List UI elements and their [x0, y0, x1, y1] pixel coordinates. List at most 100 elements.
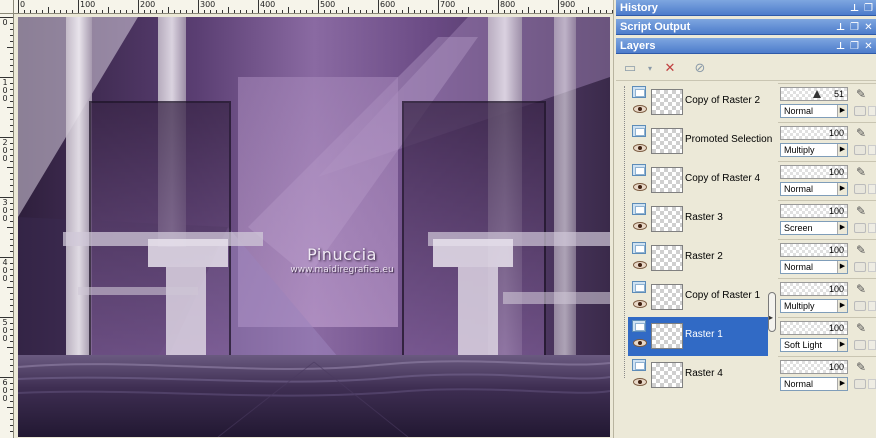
- float-window-icon[interactable]: ❐: [849, 41, 860, 52]
- layer-row[interactable]: Raster 2: [628, 239, 768, 278]
- pin-icon[interactable]: ⊥: [849, 3, 860, 14]
- opacity-slider[interactable]: 51: [780, 87, 848, 101]
- link-icon[interactable]: [868, 301, 876, 311]
- layer-name[interactable]: Promoted Selection: [683, 132, 774, 148]
- float-window-icon[interactable]: ❐: [849, 22, 860, 33]
- ruler-tick: [10, 83, 13, 84]
- pin-icon[interactable]: ⊥: [835, 41, 846, 52]
- eye-icon[interactable]: [633, 144, 647, 152]
- image-canvas[interactable]: Pinuccia www.maidiregrafica.eu: [18, 17, 610, 437]
- layer-row[interactable]: Promoted Selection: [628, 122, 772, 161]
- layer-type-icon[interactable]: [632, 359, 646, 371]
- opacity-slider[interactable]: 100: [780, 165, 848, 179]
- eye-icon[interactable]: [633, 222, 647, 230]
- layer-type-icon[interactable]: [632, 203, 646, 215]
- opacity-slider[interactable]: 100: [780, 204, 848, 218]
- lock-transparency-icon[interactable]: [854, 145, 866, 155]
- link-icon[interactable]: [868, 106, 876, 116]
- chevron-right-icon[interactable]: ▶: [837, 222, 847, 234]
- eye-icon[interactable]: [633, 378, 647, 386]
- brush-icon[interactable]: ✎: [852, 164, 870, 180]
- layer-row[interactable]: Copy of Raster 2: [628, 83, 768, 122]
- blend-mode-select[interactable]: Normal ▶: [780, 182, 848, 196]
- layer-type-icon[interactable]: [632, 320, 646, 332]
- opacity-slider[interactable]: 100: [780, 243, 848, 257]
- chevron-right-icon[interactable]: ▸: [769, 313, 773, 322]
- opacity-marker-icon[interactable]: [813, 90, 821, 98]
- layer-name[interactable]: Copy of Raster 2: [683, 93, 762, 109]
- lock-transparency-icon[interactable]: [854, 340, 866, 350]
- layer-name[interactable]: Raster 3: [683, 210, 725, 226]
- blend-mode-select[interactable]: Normal ▶: [780, 377, 848, 391]
- lock-transparency-icon[interactable]: [854, 184, 866, 194]
- blend-mode-select[interactable]: Screen ▶: [780, 221, 848, 235]
- eye-icon[interactable]: [633, 261, 647, 269]
- splitter-handle[interactable]: [768, 292, 776, 332]
- brush-icon[interactable]: ✎: [852, 320, 870, 336]
- chevron-right-icon[interactable]: ▶: [837, 378, 847, 390]
- edit-selection-icon[interactable]: ⊘: [690, 58, 710, 78]
- lock-transparency-icon[interactable]: [854, 106, 866, 116]
- link-icon[interactable]: [868, 145, 876, 155]
- opacity-slider[interactable]: 100: [780, 126, 848, 140]
- layer-type-icon[interactable]: [632, 86, 646, 98]
- lock-transparency-icon[interactable]: [854, 223, 866, 233]
- lock-transparency-icon[interactable]: [854, 262, 866, 272]
- layer-name[interactable]: Copy of Raster 4: [683, 171, 762, 187]
- chevron-right-icon[interactable]: ▶: [837, 144, 847, 156]
- link-icon[interactable]: [868, 379, 876, 389]
- layer-row[interactable]: Copy of Raster 4: [628, 161, 768, 200]
- link-icon[interactable]: [868, 223, 876, 233]
- close-icon[interactable]: ✕: [863, 41, 874, 52]
- eye-icon[interactable]: [633, 339, 647, 347]
- lock-transparency-icon[interactable]: [854, 379, 866, 389]
- opacity-slider[interactable]: 100: [780, 282, 848, 296]
- eye-icon[interactable]: [633, 183, 647, 191]
- brush-icon[interactable]: ✎: [852, 86, 870, 102]
- brush-icon[interactable]: ✎: [852, 125, 870, 141]
- layer-row[interactable]: Copy of Raster 1: [628, 278, 768, 317]
- layer-type-icon[interactable]: [632, 281, 646, 293]
- delete-layer-icon[interactable]: ✕: [660, 58, 680, 78]
- chevron-right-icon[interactable]: ▶: [837, 183, 847, 195]
- opacity-slider[interactable]: 100: [780, 360, 848, 374]
- link-icon[interactable]: [868, 262, 876, 272]
- history-panel-header[interactable]: History ⊥ ❐: [616, 0, 876, 16]
- brush-icon[interactable]: ✎: [852, 242, 870, 258]
- chevron-right-icon[interactable]: ▶: [837, 261, 847, 273]
- link-icon[interactable]: [868, 340, 876, 350]
- pin-icon[interactable]: ⊥: [835, 22, 846, 33]
- close-icon[interactable]: ✕: [863, 22, 874, 33]
- layer-row[interactable]: Raster 1: [628, 317, 768, 356]
- eye-icon[interactable]: [633, 105, 647, 113]
- blend-mode-select[interactable]: Multiply ▶: [780, 299, 848, 313]
- chevron-right-icon[interactable]: ▶: [837, 105, 847, 117]
- brush-icon[interactable]: ✎: [852, 359, 870, 375]
- new-layer-dropdown-icon[interactable]: ▾: [640, 58, 660, 78]
- blend-mode-select[interactable]: Normal ▶: [780, 260, 848, 274]
- new-layer-icon[interactable]: ▭: [620, 58, 640, 78]
- layer-name[interactable]: Raster 2: [683, 249, 725, 265]
- layers-panel-header[interactable]: Layers ⊥ ❐ ✕: [616, 38, 876, 54]
- chevron-right-icon[interactable]: ▶: [837, 339, 847, 351]
- brush-icon[interactable]: ✎: [852, 281, 870, 297]
- link-icon[interactable]: [868, 184, 876, 194]
- lock-transparency-icon[interactable]: [854, 301, 866, 311]
- layer-name[interactable]: Raster 1: [683, 327, 725, 343]
- layer-row[interactable]: Raster 3: [628, 200, 768, 239]
- layer-type-icon[interactable]: [632, 125, 646, 137]
- eye-icon[interactable]: [633, 300, 647, 308]
- blend-mode-select[interactable]: Multiply ▶: [780, 143, 848, 157]
- layer-name[interactable]: Raster 4: [683, 366, 725, 382]
- opacity-slider[interactable]: 100: [780, 321, 848, 335]
- blend-mode-select[interactable]: Normal ▶: [780, 104, 848, 118]
- layer-name[interactable]: Copy of Raster 1: [683, 288, 762, 304]
- layer-type-icon[interactable]: [632, 164, 646, 176]
- brush-icon[interactable]: ✎: [852, 203, 870, 219]
- float-window-icon[interactable]: ❐: [863, 3, 874, 14]
- layer-type-icon[interactable]: [632, 242, 646, 254]
- chevron-right-icon[interactable]: ▶: [837, 300, 847, 312]
- script-output-panel-header[interactable]: Script Output ⊥ ❐ ✕: [616, 19, 876, 35]
- layer-row[interactable]: Raster 4: [628, 356, 768, 395]
- blend-mode-select[interactable]: Soft Light ▶: [780, 338, 848, 352]
